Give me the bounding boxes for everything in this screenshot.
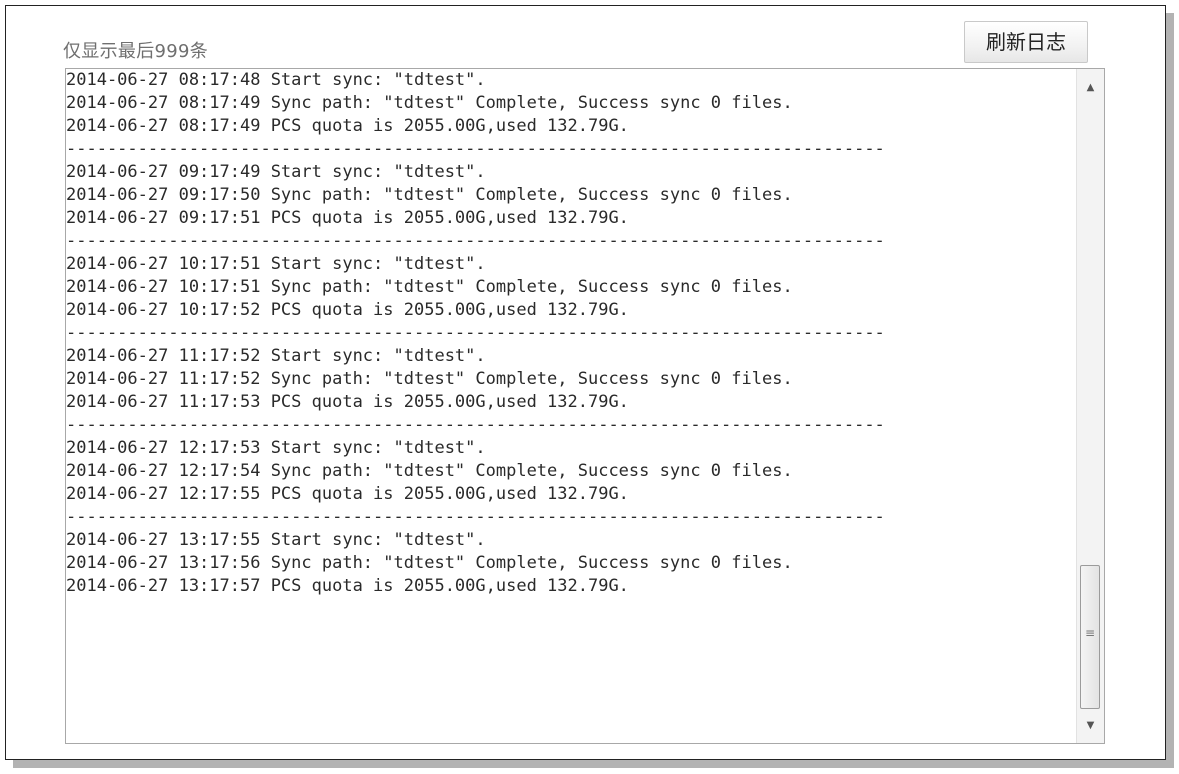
log-panel-window: 仅显示最后999条 刷新日志 2014-06-27 08:17:48 Start… [5,5,1166,760]
log-limit-hint: 仅显示最后999条 [63,41,209,62]
refresh-log-button[interactable]: 刷新日志 [964,21,1088,63]
scroll-up-arrow-icon[interactable]: ▲ [1077,75,1104,101]
log-text: 2014-06-27 08:17:48 Start sync: "tdtest"… [66,70,885,596]
log-scrollbar[interactable]: ▲ ≡ ▼ [1076,69,1104,743]
grip-icon: ≡ [1084,626,1096,640]
scroll-thumb[interactable]: ≡ [1080,565,1100,709]
log-textarea[interactable]: 2014-06-27 08:17:48 Start sync: "tdtest"… [65,68,1105,744]
scroll-down-arrow-icon[interactable]: ▼ [1077,713,1104,739]
log-content: 2014-06-27 08:17:48 Start sync: "tdtest"… [66,69,1076,743]
